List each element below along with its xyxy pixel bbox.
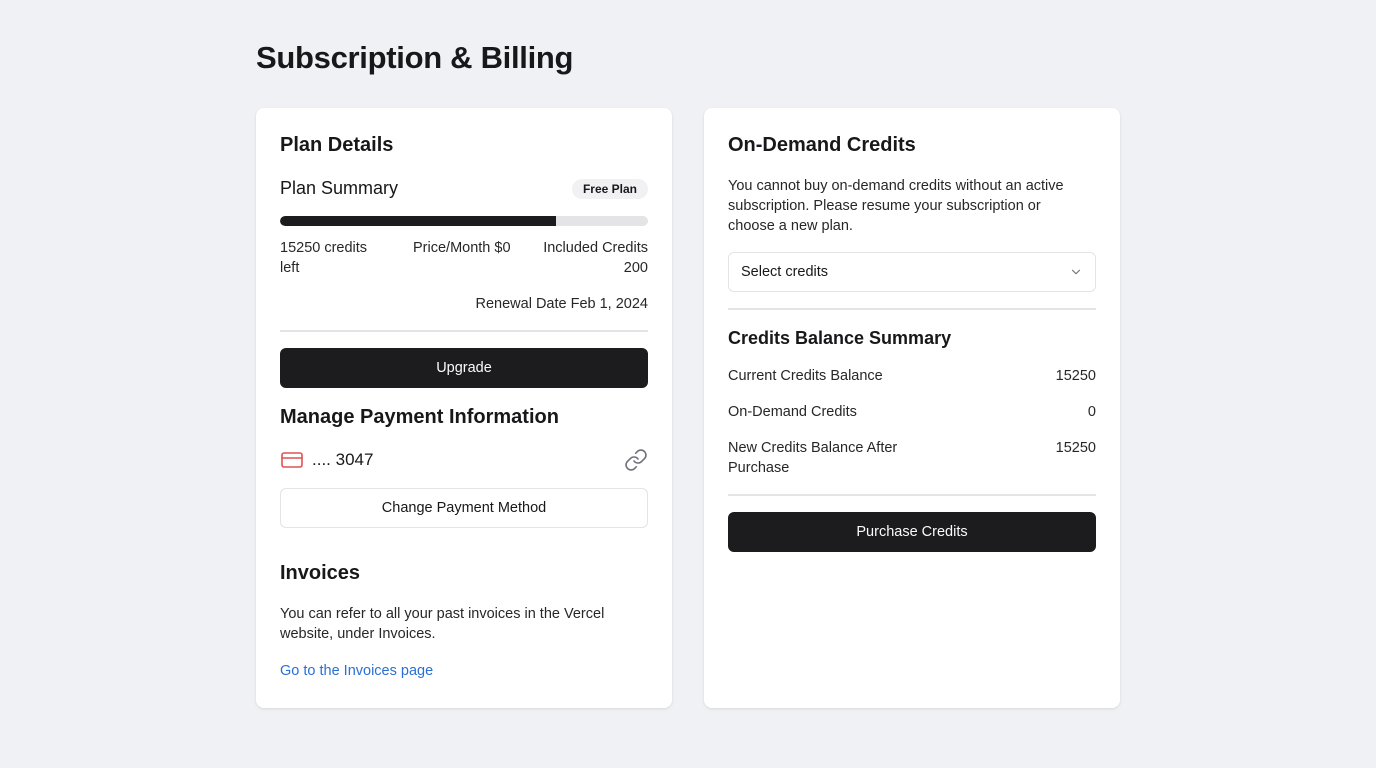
invoices-description: You can refer to all your past invoices … <box>280 606 605 642</box>
balance-row-value: 15250 <box>1055 368 1096 384</box>
invoices-link[interactable]: Go to the Invoices page <box>280 663 433 679</box>
on-demand-credits-card: On-Demand Credits You cannot buy on-dema… <box>704 108 1120 708</box>
renewal-date: Renewal Date Feb 1, 2024 <box>475 296 649 312</box>
balance-row: On-Demand Credits 0 <box>728 402 1096 422</box>
purchase-credits-button[interactable]: Purchase Credits <box>728 512 1096 552</box>
balance-row-value: 15250 <box>1055 440 1096 456</box>
page-title: Subscription & Billing <box>256 40 574 75</box>
change-payment-method-button[interactable]: Change Payment Method <box>280 488 648 528</box>
balance-summary-title: Credits Balance Summary <box>728 328 952 348</box>
select-credits-value: Select credits <box>741 264 829 280</box>
plan-summary-header: Plan Summary Free Plan <box>280 178 648 199</box>
divider <box>728 308 1096 310</box>
plan-details-title: Plan Details <box>280 134 394 156</box>
payment-card-row: .... 3047 <box>280 448 373 472</box>
invoices-title: Invoices <box>280 562 361 584</box>
plan-summary-title: Plan Summary <box>280 178 399 198</box>
balance-row: New Credits Balance After Purchase 15250 <box>728 438 1096 478</box>
balance-row-label: Current Credits Balance <box>728 368 883 384</box>
credits-progress-bar <box>280 216 648 226</box>
included-credits: Included Credits 200 <box>543 240 648 276</box>
divider <box>728 494 1096 496</box>
credits-left: 15250 credits left <box>280 240 368 276</box>
credits-progress-fill <box>280 216 556 226</box>
price-month: Price/Month $0 <box>413 240 511 256</box>
divider <box>280 330 648 332</box>
balance-row-label: New Credits Balance After Purchase <box>728 440 898 476</box>
card-masked-number: .... 3047 <box>312 450 374 469</box>
upgrade-button[interactable]: Upgrade <box>280 348 648 388</box>
on-demand-title: On-Demand Credits <box>728 134 916 156</box>
payment-title: Manage Payment Information <box>280 406 559 428</box>
credit-card-icon <box>280 448 304 472</box>
on-demand-description: You cannot buy on-demand credits without… <box>728 178 1064 234</box>
select-credits-dropdown[interactable]: Select credits <box>728 252 1096 292</box>
link-icon[interactable] <box>624 448 648 472</box>
plan-details-card: Plan Details Plan Summary Free Plan 1525… <box>256 108 672 708</box>
balance-row-value: 0 <box>1087 404 1096 420</box>
chevron-down-icon <box>1069 265 1083 279</box>
balance-row: Current Credits Balance 15250 <box>728 366 1096 386</box>
balance-row-label: On-Demand Credits <box>728 404 857 420</box>
plan-badge: Free Plan <box>571 178 648 199</box>
